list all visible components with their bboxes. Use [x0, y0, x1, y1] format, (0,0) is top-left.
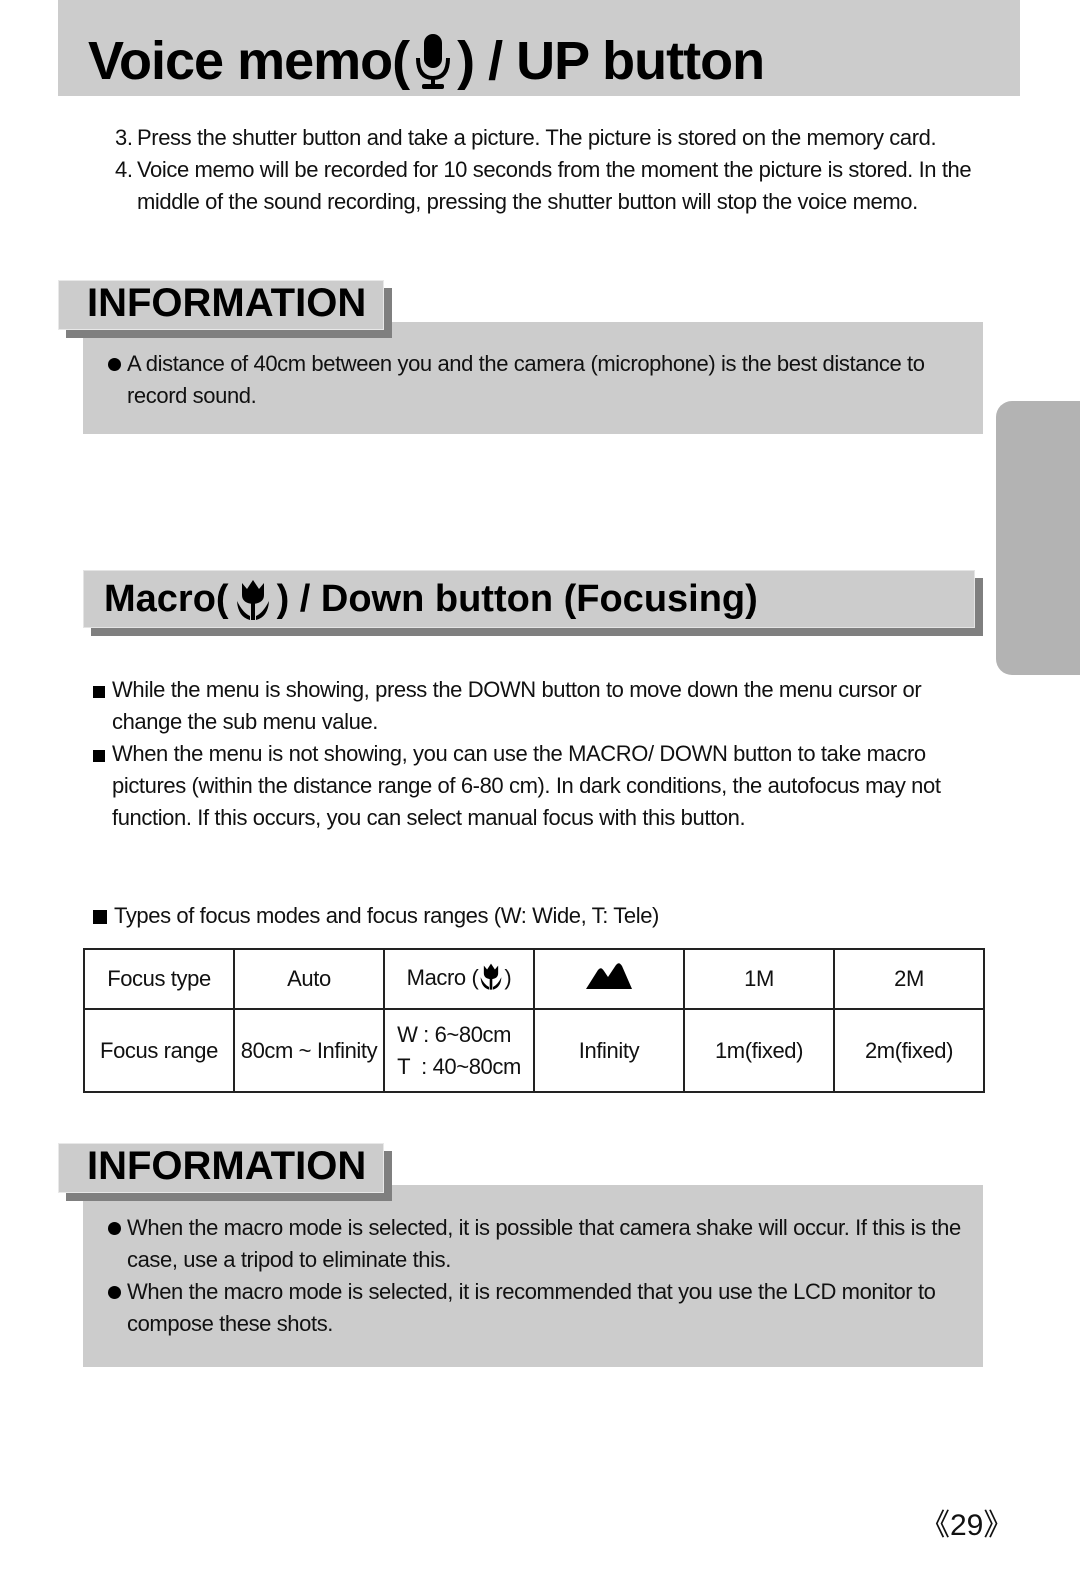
table-intro: Types of focus modes and focus ranges (W…: [93, 900, 953, 932]
macro-bullet: When the menu is not showing, you can us…: [93, 738, 953, 834]
info-bullet: When the macro mode is selected, it is r…: [108, 1276, 968, 1340]
bullet-dot-icon: [108, 1222, 121, 1235]
table-intro-row: Types of focus modes and focus ranges (W…: [93, 900, 953, 932]
side-tab: [996, 401, 1080, 675]
bullet-square-icon: [93, 910, 107, 924]
macro-range-stack: W : 6~80cm T : 40~80cm: [397, 1019, 521, 1083]
step-text: Voice memo will be recorded for 10 secon…: [137, 157, 972, 214]
macro-label-close: ): [504, 964, 512, 990]
macro-flower-icon: [478, 960, 504, 998]
macro-label: Macro (: [406, 964, 479, 990]
macro-range-wide: W : 6~80cm: [397, 1021, 512, 1047]
macro-bullets: While the menu is showing, press the DOW…: [93, 674, 953, 834]
bullet-square-icon: [93, 750, 105, 762]
table-row-focus-range: Focus range 80cm ~ Infinity W : 6~80cm T…: [83, 1008, 985, 1093]
cell-type-2m: 2M: [833, 948, 985, 1010]
heading-text-after: ) / Down button (Focusing): [276, 578, 758, 620]
cell-type-1m: 1M: [683, 948, 835, 1010]
info-bullet: A distance of 40cm between you and the c…: [108, 348, 938, 412]
macro-bullet-text: While the menu is showing, press the DOW…: [112, 677, 922, 734]
mountain-infinity-icon: [586, 962, 632, 996]
cell-type-infinity: [533, 948, 685, 1010]
macro-bullet: While the menu is showing, press the DOW…: [93, 674, 953, 738]
macro-flower-icon: [233, 577, 273, 621]
cell-range-auto: 80cm ~ Infinity: [233, 1008, 385, 1093]
row-label-focus-range: Focus range: [83, 1008, 235, 1093]
page-title: Voice memo( ) / UP button: [88, 28, 765, 94]
macro-section-heading: Macro( ) / Down button (Focusing): [83, 570, 975, 628]
heading-text-before: Macro(: [104, 578, 229, 620]
cell-type-auto: Auto: [233, 948, 385, 1010]
step-number: 3.: [115, 125, 133, 150]
page-number: 《29》: [920, 1509, 1014, 1542]
step-number: 4.: [115, 157, 133, 182]
info-label-1: INFORMATION: [58, 280, 384, 330]
info-box-1-content: A distance of 40cm between you and the c…: [108, 348, 938, 412]
step-item: 3. Press the shutter button and take a p…: [115, 122, 985, 154]
info-bullet-text: When the macro mode is selected, it is r…: [127, 1279, 936, 1336]
info-bullet-text: When the macro mode is selected, it is p…: [127, 1215, 961, 1272]
cell-range-macro: W : 6~80cm T : 40~80cm: [383, 1008, 535, 1093]
cell-type-macro: Macro ( ): [383, 948, 535, 1010]
title-text-after: ) / UP button: [457, 31, 765, 91]
info-label-2: INFORMATION: [58, 1143, 384, 1193]
steps-list: 3. Press the shutter button and take a p…: [115, 122, 985, 218]
bullet-dot-icon: [108, 358, 121, 371]
bullet-dot-icon: [108, 1286, 121, 1299]
bullet-square-icon: [93, 686, 105, 698]
row-label-focus-type: Focus type: [83, 948, 235, 1010]
cell-range-infinity: Infinity: [533, 1008, 685, 1093]
cell-range-1m: 1m(fixed): [683, 1008, 835, 1093]
macro-range-tele: T : 40~80cm: [397, 1053, 521, 1079]
table-intro-text: Types of focus modes and focus ranges (W…: [114, 903, 659, 928]
step-item: 4. Voice memo will be recorded for 10 se…: [115, 154, 985, 218]
info-bullet: When the macro mode is selected, it is p…: [108, 1212, 968, 1276]
macro-bullet-text: When the menu is not showing, you can us…: [112, 741, 941, 830]
microphone-icon: [413, 30, 453, 92]
info-bullet-text: A distance of 40cm between you and the c…: [127, 351, 925, 408]
info-box-2-content: When the macro mode is selected, it is p…: [108, 1212, 968, 1340]
step-text: Press the shutter button and take a pict…: [137, 125, 937, 150]
title-text-before: Voice memo(: [88, 31, 410, 91]
table-row-focus-type: Focus type Auto Macro ( ) 1M 2M: [83, 948, 985, 1010]
focus-table: Focus type Auto Macro ( ) 1M 2M Focus ra…: [83, 948, 985, 1093]
cell-range-2m: 2m(fixed): [833, 1008, 985, 1093]
